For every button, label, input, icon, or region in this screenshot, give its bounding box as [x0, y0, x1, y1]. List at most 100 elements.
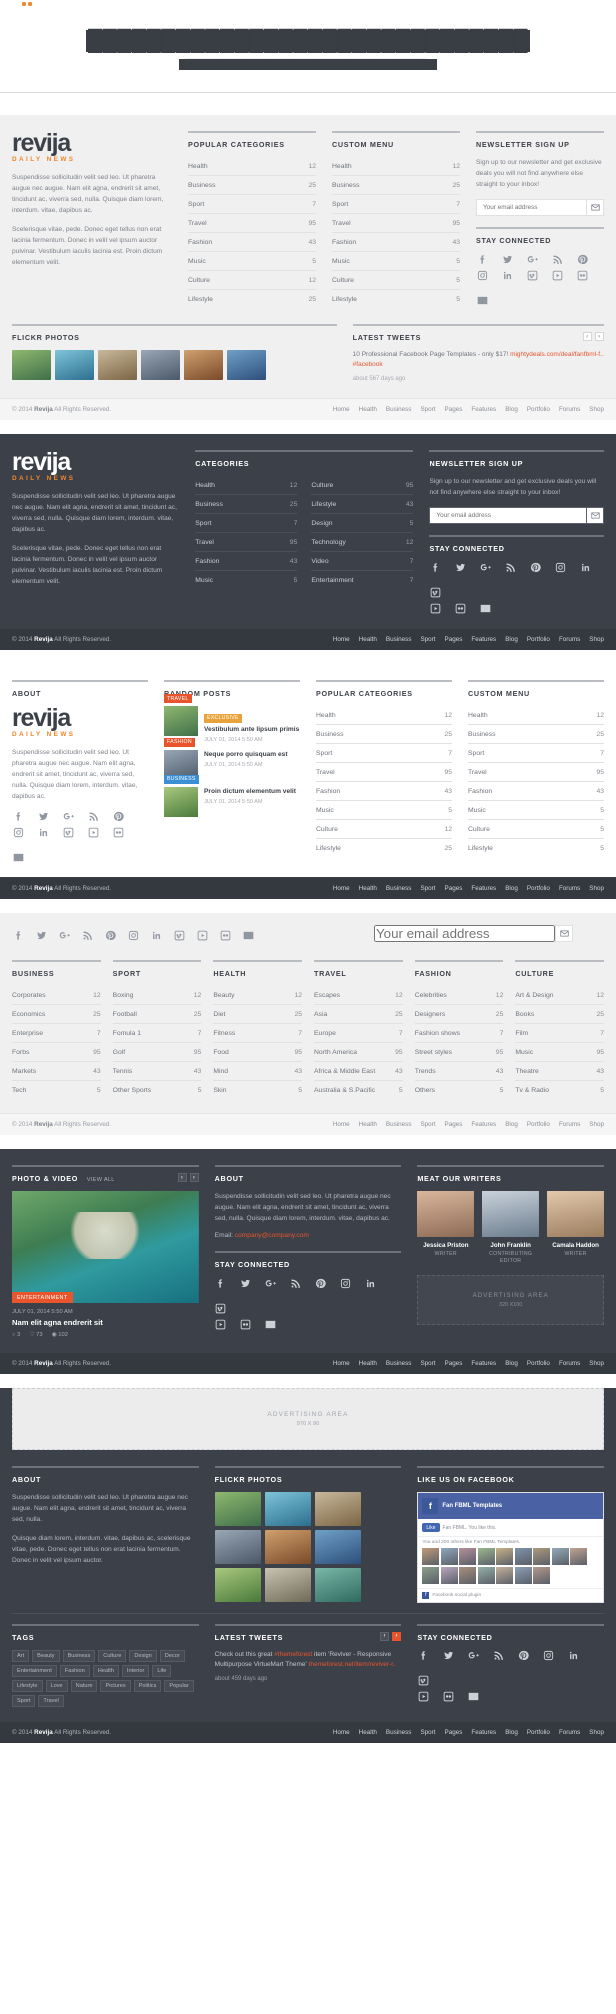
category-row[interactable]: Music95: [515, 1043, 604, 1062]
bottom-nav-item-pages[interactable]: Pages: [445, 1121, 463, 1128]
bottom-nav-item-sport[interactable]: Sport: [420, 636, 435, 643]
category-row[interactable]: Travel95: [316, 763, 452, 782]
category-row[interactable]: Music5: [332, 252, 460, 271]
category-row[interactable]: Fitness7: [213, 1024, 302, 1043]
category-row[interactable]: Beauty12: [213, 986, 302, 1005]
flickr-icon[interactable]: [219, 930, 231, 942]
bottom-nav-item-pages[interactable]: Pages: [445, 406, 463, 413]
category-row[interactable]: Fashion43: [468, 782, 604, 801]
tag-item[interactable]: Decor: [160, 1650, 185, 1662]
tag-item[interactable]: Business: [63, 1650, 96, 1662]
youtube-icon[interactable]: [429, 602, 441, 614]
category-row[interactable]: Art & Design12: [515, 986, 604, 1005]
bottom-nav-item-blog[interactable]: Blog: [505, 885, 518, 892]
category-row[interactable]: Design5: [311, 514, 413, 533]
category-row[interactable]: Entertainment7: [311, 571, 413, 589]
bottom-nav-item-pages[interactable]: Pages: [445, 1360, 463, 1367]
category-row[interactable]: Boxing12: [113, 986, 202, 1005]
category-row[interactable]: Lifestyle5: [468, 839, 604, 857]
linkedin-icon[interactable]: [567, 1650, 579, 1662]
email-icon[interactable]: [12, 851, 24, 863]
facebook-fan-avatar[interactable]: [478, 1548, 495, 1565]
post-thumbnail[interactable]: Business: [164, 787, 198, 817]
category-row[interactable]: North America95: [314, 1043, 403, 1062]
bottom-nav-item-health[interactable]: Health: [359, 1729, 377, 1736]
bottom-nav-item-forums[interactable]: Forums: [559, 1121, 580, 1128]
flickr-photo[interactable]: [215, 1492, 261, 1526]
category-row[interactable]: Music5: [188, 252, 316, 271]
flickr-photo[interactable]: [315, 1492, 361, 1526]
flickr-photo[interactable]: [265, 1492, 311, 1526]
facebook-fan-avatar[interactable]: [459, 1548, 476, 1565]
next-arrow-icon[interactable]: ›: [595, 332, 604, 341]
instagram-icon[interactable]: [12, 826, 24, 838]
bottom-nav-item-blog[interactable]: Blog: [505, 636, 518, 643]
bottom-nav-item-shop[interactable]: Shop: [589, 1121, 604, 1128]
category-row[interactable]: Health12: [195, 476, 297, 495]
category-row[interactable]: Skin5: [213, 1081, 302, 1099]
bottom-nav-item-features[interactable]: Features: [471, 1360, 496, 1367]
facebook-fan-avatar[interactable]: [441, 1548, 458, 1565]
category-row[interactable]: Markets43: [12, 1062, 101, 1081]
youtube-icon[interactable]: [551, 269, 563, 281]
category-row[interactable]: Theatre43: [515, 1062, 604, 1081]
bottom-nav-item-pages[interactable]: Pages: [445, 885, 463, 892]
bottom-nav-item-forums[interactable]: Forums: [559, 406, 580, 413]
bottom-nav-item-shop[interactable]: Shop: [589, 1729, 604, 1736]
tag-item[interactable]: Beauty: [32, 1650, 59, 1662]
category-row[interactable]: Sport7: [468, 744, 604, 763]
prev-arrow-icon[interactable]: ‹: [583, 332, 592, 341]
bottom-nav-item-portfolio[interactable]: Portfolio: [527, 1360, 550, 1367]
email-icon[interactable]: [242, 930, 254, 942]
pinterest-icon[interactable]: [576, 253, 588, 265]
bottom-nav-item-home[interactable]: Home: [333, 1360, 350, 1367]
category-row[interactable]: Culture95: [311, 476, 413, 495]
category-row[interactable]: Designers25: [415, 1005, 504, 1024]
post-category-tag[interactable]: Travel: [164, 694, 192, 703]
bottom-nav-item-health[interactable]: Health: [359, 1121, 377, 1128]
tag-item[interactable]: Lifestyle: [12, 1680, 43, 1692]
tag-item[interactable]: Politics: [134, 1680, 162, 1692]
tag-item[interactable]: Pictures: [100, 1680, 130, 1692]
facebook-fan-avatar[interactable]: [552, 1548, 569, 1565]
pinterest-icon[interactable]: [315, 1277, 327, 1289]
bottom-nav-item-portfolio[interactable]: Portfolio: [527, 1121, 550, 1128]
bottom-nav-item-home[interactable]: Home: [333, 1121, 350, 1128]
linkedin-icon[interactable]: [150, 930, 162, 942]
category-row[interactable]: Tv & Radio5: [515, 1081, 604, 1099]
post-thumbnail[interactable]: Travel: [164, 706, 198, 736]
rss-icon[interactable]: [504, 561, 516, 573]
category-row[interactable]: Health12: [332, 157, 460, 176]
bottom-nav-item-features[interactable]: Features: [471, 885, 496, 892]
category-row[interactable]: Enterprise7: [12, 1024, 101, 1043]
category-row[interactable]: Fashion43: [332, 233, 460, 252]
bottom-nav-item-shop[interactable]: Shop: [589, 885, 604, 892]
category-row[interactable]: Escapes12: [314, 986, 403, 1005]
bottom-nav-item-blog[interactable]: Blog: [505, 1360, 518, 1367]
facebook-icon[interactable]: [215, 1277, 227, 1289]
flickr-icon[interactable]: [442, 1691, 454, 1703]
instagram-icon[interactable]: [127, 930, 139, 942]
vimeo-icon[interactable]: [62, 826, 74, 838]
flickr-icon[interactable]: [576, 269, 588, 281]
category-row[interactable]: Forbs95: [12, 1043, 101, 1062]
instagram-icon[interactable]: [340, 1277, 352, 1289]
rss-icon[interactable]: [551, 253, 563, 265]
youtube-icon[interactable]: [196, 930, 208, 942]
pinterest-icon[interactable]: [104, 930, 116, 942]
bottom-nav-item-pages[interactable]: Pages: [445, 1729, 463, 1736]
category-row[interactable]: Business25: [468, 725, 604, 744]
instagram-icon[interactable]: [554, 561, 566, 573]
googleplus-icon[interactable]: [265, 1277, 277, 1289]
vimeo-icon[interactable]: [429, 586, 441, 598]
bottom-nav-item-business[interactable]: Business: [386, 885, 412, 892]
category-row[interactable]: Business25: [332, 176, 460, 195]
rss-icon[interactable]: [87, 810, 99, 822]
googleplus-icon[interactable]: [58, 930, 70, 942]
googleplus-icon[interactable]: [526, 253, 538, 265]
newsletter-email-input[interactable]: [429, 507, 586, 524]
flickr-photo[interactable]: [265, 1530, 311, 1564]
category-row[interactable]: Food95: [213, 1043, 302, 1062]
tag-item[interactable]: Life: [152, 1665, 171, 1677]
bottom-nav-item-shop[interactable]: Shop: [589, 1360, 604, 1367]
